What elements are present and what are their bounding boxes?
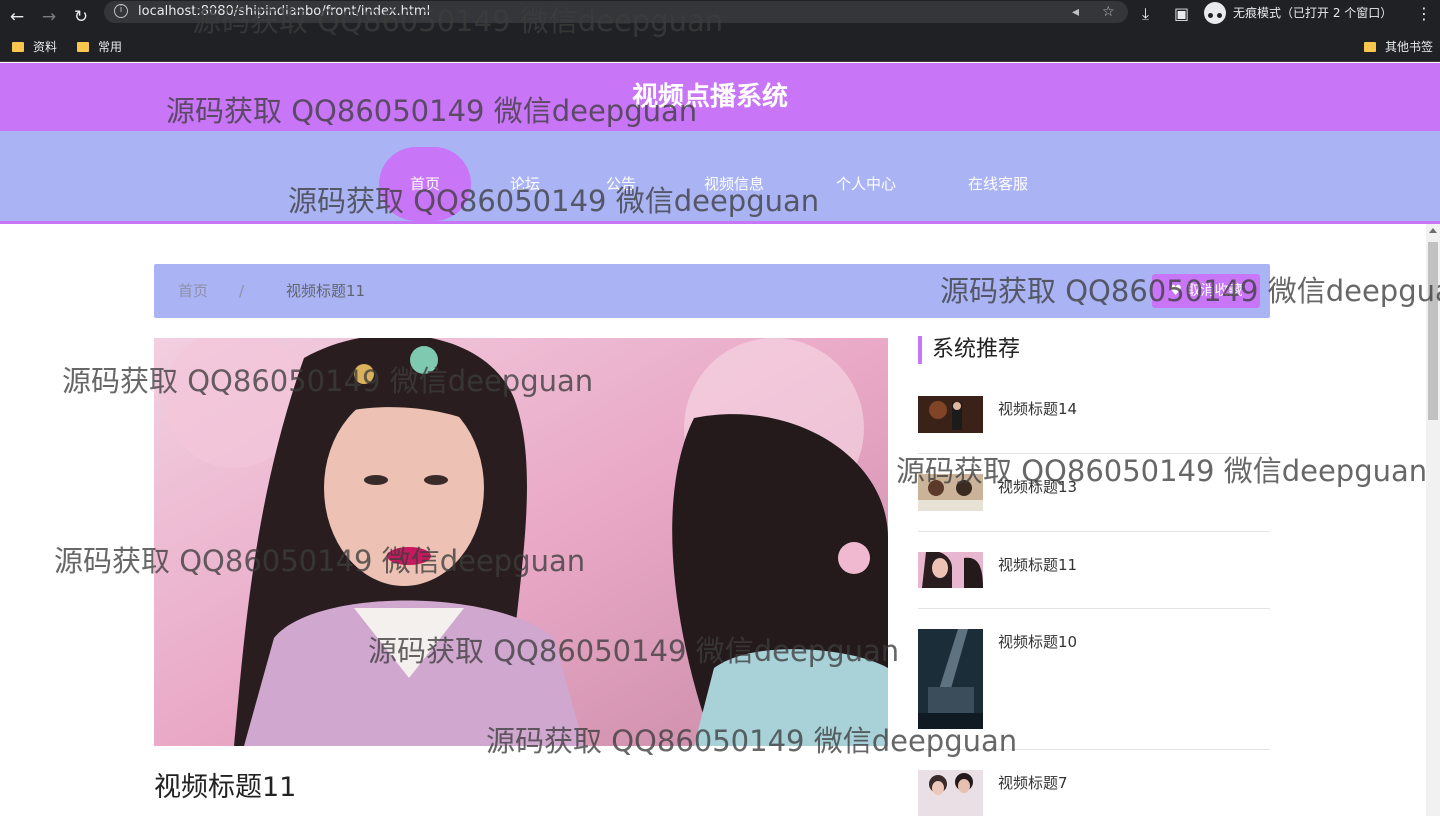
video-frame-image — [154, 338, 888, 746]
list-item[interactable]: 视频标题10 — [918, 609, 1270, 750]
bookmark-folder-other[interactable]: 其他书签 — [1364, 37, 1433, 57]
list-item[interactable]: 视频标题7 — [918, 750, 1270, 816]
bookmark-folder-ziliao[interactable]: 资料 — [12, 37, 57, 57]
list-item[interactable]: 视频标题13 — [918, 454, 1270, 532]
nav-home[interactable]: 首页 — [379, 147, 471, 221]
site-header: 视频点播系统 — [0, 63, 1440, 131]
thumbnail[interactable] — [918, 552, 983, 588]
scroll-up-icon[interactable] — [1429, 228, 1437, 233]
breadcrumb-home[interactable]: 首页 — [178, 264, 208, 318]
download-icon[interactable]: ⤓ — [1142, 4, 1149, 24]
star-icon[interactable]: ☆ — [1102, 2, 1115, 22]
incognito-label[interactable]: 无痕模式（已打开 2 个窗口） — [1233, 4, 1392, 22]
video-title: 视频标题11 — [154, 772, 297, 803]
back-icon[interactable]: ← — [4, 4, 30, 30]
nav-profile[interactable]: 个人中心 — [822, 147, 910, 221]
list-item[interactable]: 视频标题14 — [918, 396, 1270, 454]
bookmarks-bar: 资料 常用 其他书签 — [0, 34, 1440, 62]
url-text[interactable]: localhost:8080/shipindianbo/front/index.… — [138, 3, 430, 21]
main-nav: 首页 论坛 公告 视频信息 个人中心 在线客服 — [0, 131, 1440, 224]
nav-videos[interactable]: 视频信息 — [690, 147, 778, 221]
recommend-label[interactable]: 视频标题11 — [998, 554, 1077, 576]
sidebar-icon[interactable]: ▣ — [1174, 4, 1189, 24]
recommend-label[interactable]: 视频标题7 — [998, 772, 1068, 794]
site-title: 视频点播系统 — [631, 82, 788, 112]
list-item[interactable]: 视频标题11 — [918, 532, 1270, 609]
nav-forum[interactable]: 论坛 — [492, 147, 558, 221]
heart-icon: ♥ — [1169, 283, 1187, 299]
bookmark-folder-changyong[interactable]: 常用 — [77, 37, 122, 57]
nav-support[interactable]: 在线客服 — [954, 147, 1042, 221]
unfavorite-button[interactable]: ♥ 取消收藏 — [1152, 274, 1260, 308]
info-icon[interactable]: i — [114, 4, 128, 18]
recommend-label[interactable]: 视频标题14 — [998, 398, 1077, 420]
recommend-heading: 系统推荐 — [918, 336, 1020, 364]
breadcrumb-current: 视频标题11 — [286, 282, 366, 300]
folder-icon — [12, 42, 24, 52]
folder-icon — [1364, 42, 1376, 52]
recommend-label[interactable]: 视频标题10 — [998, 631, 1077, 653]
recommend-label[interactable]: 视频标题13 — [998, 476, 1077, 498]
address-bar[interactable]: i localhost:8080/shipindianbo/front/inde… — [104, 1, 1128, 23]
thumbnail[interactable] — [918, 629, 983, 729]
nav-notice[interactable]: 公告 — [588, 147, 654, 221]
breadcrumb-separator: / — [239, 282, 245, 300]
folder-icon — [77, 42, 89, 52]
menu-icon[interactable]: ⋮ — [1416, 4, 1432, 24]
browser-toolbar: ← → ↻ i localhost:8080/shipindianbo/fron… — [0, 0, 1440, 34]
thumbnail[interactable] — [918, 770, 983, 816]
forward-icon[interactable]: → — [36, 4, 62, 30]
thumbnail[interactable] — [918, 474, 983, 511]
incognito-icon[interactable] — [1204, 2, 1226, 24]
scroll-thumb[interactable] — [1428, 242, 1438, 420]
thumbnail[interactable] — [918, 396, 983, 433]
page-scrollbar[interactable] — [1426, 224, 1440, 816]
muted-icon[interactable]: ◂ — [1072, 2, 1079, 22]
video-player[interactable] — [154, 338, 888, 746]
breadcrumb: 首页 / 视频标题11 ♥ 取消收藏 — [154, 264, 1270, 318]
reload-icon[interactable]: ↻ — [68, 4, 94, 30]
